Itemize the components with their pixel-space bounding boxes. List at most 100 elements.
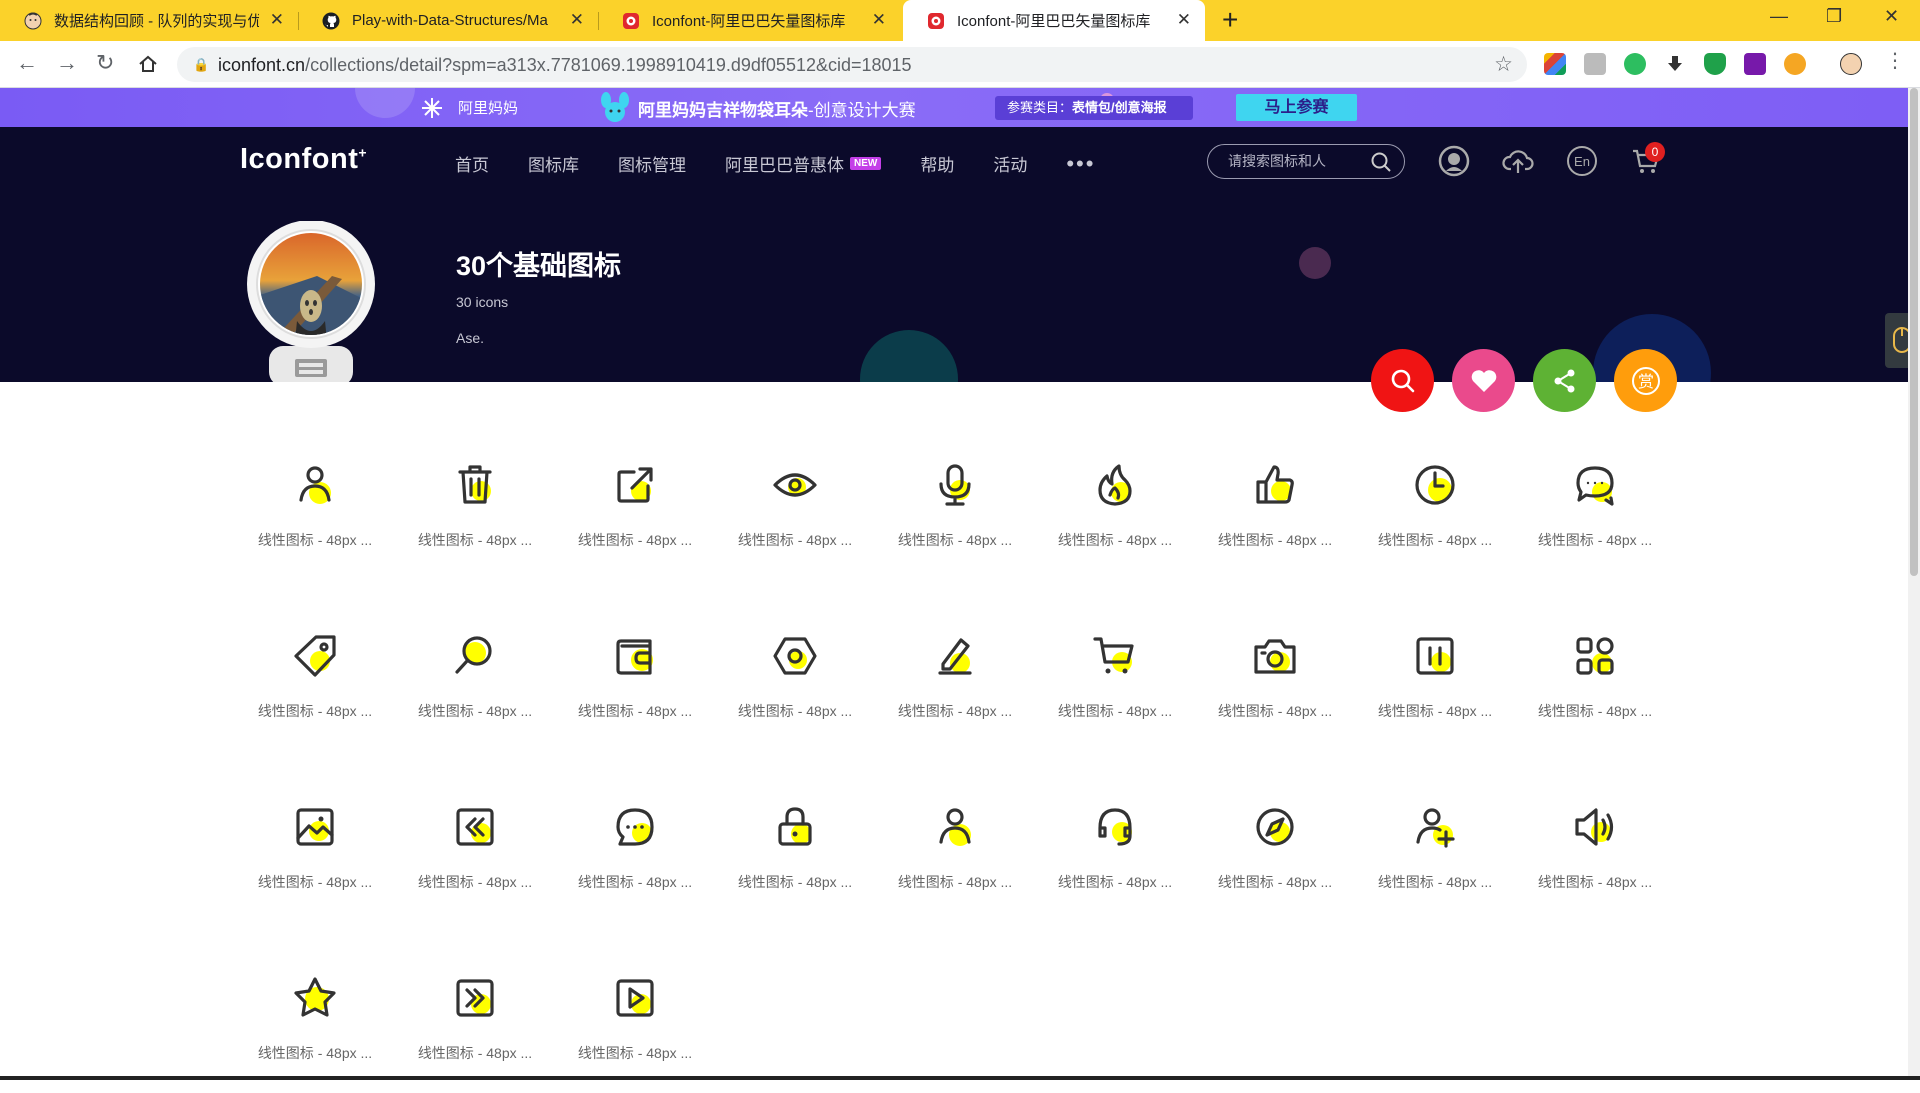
user-icon[interactable] (930, 802, 980, 852)
home-icon[interactable] (137, 53, 159, 75)
close-tab-icon[interactable]: ✕ (1177, 11, 1191, 29)
browser-tab-active[interactable]: Iconfont-阿里巴巴矢量图标库 ✕ (903, 0, 1205, 41)
minimize-window-icon[interactable]: — (1770, 6, 1788, 27)
icon-card[interactable]: 线性图标 - 48px ... (720, 792, 870, 922)
chat-bubbles-icon[interactable] (1570, 460, 1620, 510)
icon-card[interactable]: 线性图标 - 48px ... (1520, 792, 1670, 922)
author-avatar[interactable] (247, 220, 375, 382)
thumbs-up-icon[interactable] (1250, 460, 1300, 510)
collection-author[interactable]: Ase. (456, 330, 484, 346)
close-tab-icon[interactable]: ✕ (570, 11, 584, 29)
evernote-extension-icon[interactable] (1624, 53, 1646, 75)
address-bar[interactable]: 🔒 iconfont.cn/collections/detail?spm=a31… (177, 47, 1527, 82)
page-scrollbar[interactable] (1908, 88, 1920, 1080)
pencil-icon[interactable] (930, 631, 980, 681)
play-icon[interactable] (610, 973, 660, 1023)
star-icon[interactable] (290, 973, 340, 1023)
nav-help[interactable]: 帮助 (920, 151, 954, 176)
profile-avatar[interactable] (1840, 53, 1862, 75)
fast-forward-icon[interactable] (450, 973, 500, 1023)
icon-card[interactable]: 线性图标 - 48px ... (720, 621, 870, 751)
nav-activities[interactable]: 活动 (993, 151, 1027, 176)
new-tab-button[interactable]: + (1222, 6, 1238, 34)
icon-card[interactable]: 线性图标 - 48px ... (560, 963, 710, 1093)
icon-card[interactable]: 线性图标 - 48px ... (400, 963, 550, 1093)
edit-external-icon[interactable] (610, 460, 660, 510)
nav-home[interactable]: 首页 (455, 151, 489, 176)
icon-card[interactable]: 线性图标 - 48px ... (1200, 450, 1350, 580)
browser-tab[interactable]: Play-with-Data-Structures/Ma ✕ (298, 0, 598, 41)
icon-card[interactable]: 线性图标 - 48px ... (1040, 450, 1190, 580)
adblock-extension-icon[interactable] (1704, 53, 1726, 75)
extension-fox-icon[interactable] (1784, 53, 1806, 75)
headset-icon[interactable] (1090, 802, 1140, 852)
icon-card[interactable]: 线性图标 - 48px ... (400, 792, 550, 922)
site-search-input[interactable] (1228, 153, 1368, 169)
back-arrow-icon[interactable]: ← (16, 51, 38, 75)
icon-card[interactable]: 线性图标 - 48px ... (1040, 621, 1190, 751)
search-icon[interactable] (1370, 151, 1392, 173)
trash-icon[interactable] (450, 460, 500, 510)
compass-icon[interactable] (1250, 802, 1300, 852)
extension-color-icon[interactable] (1544, 53, 1566, 75)
icon-card[interactable]: 线性图标 - 48px ... (400, 450, 550, 580)
icon-card[interactable]: 线性图标 - 48px ... (1360, 450, 1510, 580)
grid-apps-icon[interactable] (1570, 631, 1620, 681)
message-dots-icon[interactable] (610, 802, 660, 852)
join-contest-button[interactable]: 马上参赛 (1236, 94, 1357, 121)
extension-translate-icon[interactable] (1584, 53, 1606, 75)
icon-card[interactable]: 线性图标 - 48px ... (240, 792, 390, 922)
microphone-icon[interactable] (930, 460, 980, 510)
bookmark-star-icon[interactable]: ☆ (1494, 52, 1513, 77)
wallet-icon[interactable] (610, 631, 660, 681)
tag-icon[interactable] (290, 631, 340, 681)
close-tab-icon[interactable]: ✕ (270, 11, 284, 29)
icon-card[interactable]: 线性图标 - 48px ... (1360, 621, 1510, 751)
eye-icon[interactable] (770, 460, 820, 510)
icon-card[interactable]: 线性图标 - 48px ... (240, 621, 390, 751)
share-action-button[interactable] (1533, 349, 1596, 412)
favorite-action-button[interactable] (1452, 349, 1515, 412)
browser-tab[interactable]: Iconfont-阿里巴巴矢量图标库 ✕ (598, 0, 900, 41)
reward-action-button[interactable]: 赏 (1614, 349, 1677, 412)
site-search-box[interactable] (1207, 144, 1405, 179)
nav-icon-management[interactable]: 图标管理 (618, 151, 686, 176)
reload-icon[interactable]: ↻ (96, 51, 114, 75)
camera-icon[interactable] (1250, 631, 1300, 681)
nav-icon-library[interactable]: 图标库 (528, 151, 579, 176)
restore-window-icon[interactable]: ❐ (1826, 6, 1842, 27)
add-user-icon[interactable] (1410, 802, 1460, 852)
volume-icon[interactable] (1570, 802, 1620, 852)
search-action-button[interactable] (1371, 349, 1434, 412)
icon-card[interactable]: 线性图标 - 48px ... (560, 450, 710, 580)
site-logo[interactable]: Iconfont+ (240, 143, 367, 176)
onenote-extension-icon[interactable] (1744, 53, 1766, 75)
icon-card[interactable]: 线性图标 - 48px ... (880, 792, 1030, 922)
browser-tab[interactable]: 数据结构回顾 - 队列的实现与优化 ✕ (0, 0, 298, 41)
rewind-icon[interactable] (450, 802, 500, 852)
settings-hexagon-icon[interactable] (770, 631, 820, 681)
user-icon[interactable] (290, 460, 340, 510)
icon-card[interactable]: 线性图标 - 48px ... (1520, 450, 1670, 580)
nav-more-button[interactable]: ••• (1066, 151, 1095, 176)
language-switch-icon[interactable]: En (1566, 145, 1598, 177)
url-text[interactable]: iconfont.cn/collections/detail?spm=a313x… (218, 55, 912, 76)
search-icon[interactable] (450, 631, 500, 681)
pause-icon[interactable] (1410, 631, 1460, 681)
promo-banner[interactable]: 阿里妈妈 阿里妈妈吉祥物袋耳朵-创意设计大赛 参赛类目：表情包/创意海报 马上参… (0, 88, 1908, 127)
clock-icon[interactable] (1410, 460, 1460, 510)
scrollbar-thumb[interactable] (1910, 88, 1918, 576)
browser-menu-icon[interactable]: ⋮ (1885, 49, 1905, 73)
close-tab-icon[interactable]: ✕ (872, 11, 886, 29)
lock-icon[interactable] (770, 802, 820, 852)
nav-puhuiti-font[interactable]: 阿里巴巴普惠体 NEW (725, 151, 882, 176)
icon-card[interactable]: 线性图标 - 48px ... (560, 621, 710, 751)
icon-card[interactable]: 线性图标 - 48px ... (400, 621, 550, 751)
github-login-icon[interactable] (1438, 145, 1470, 177)
icon-card[interactable]: 线性图标 - 48px ... (240, 450, 390, 580)
icon-card[interactable]: 线性图标 - 48px ... (560, 792, 710, 922)
icon-card[interactable]: 线性图标 - 48px ... (1200, 792, 1350, 922)
forward-arrow-icon[interactable]: → (56, 51, 78, 75)
upload-cloud-icon[interactable] (1502, 145, 1534, 177)
icon-card[interactable]: 线性图标 - 48px ... (1520, 621, 1670, 751)
